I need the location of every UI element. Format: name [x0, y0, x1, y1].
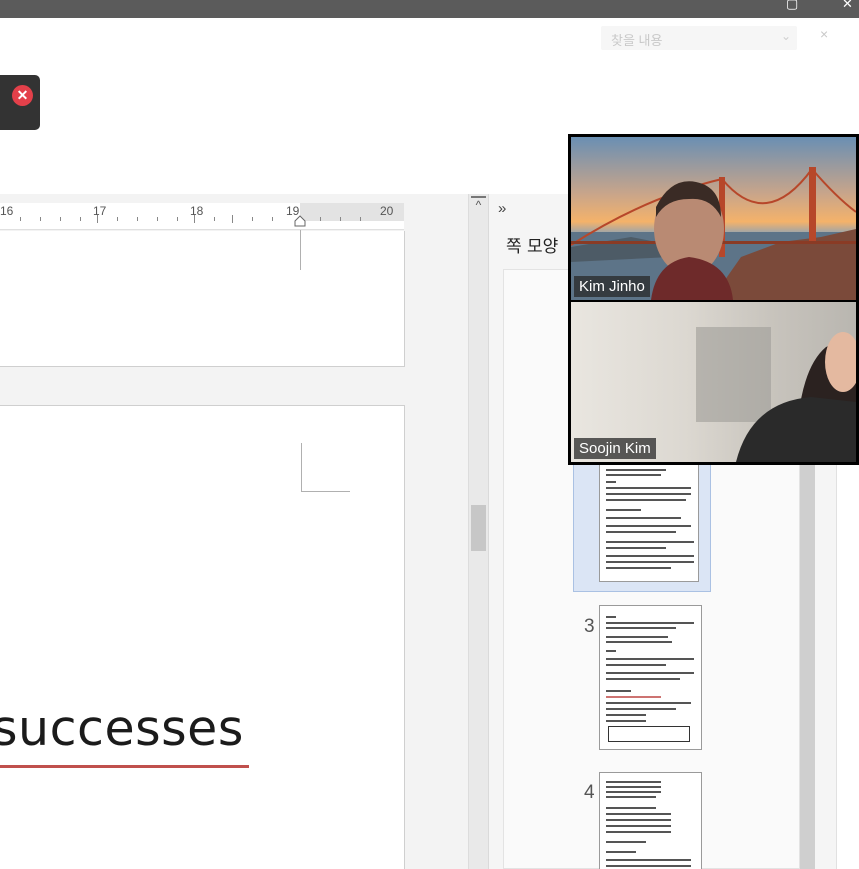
document-page[interactable]: [0, 231, 405, 367]
crop-mark: [301, 443, 302, 492]
video-tile[interactable]: Kim Jinho: [571, 137, 856, 300]
ruler-tick: [117, 217, 118, 221]
ruler-tick: [157, 217, 158, 221]
ruler-label: 18: [190, 204, 204, 218]
ruler-label: 16: [0, 204, 14, 218]
page-thumbnail-3[interactable]: [599, 605, 702, 750]
ruler-tick: [320, 217, 321, 221]
expand-panel-icon[interactable]: »: [498, 200, 506, 217]
ribbon-close-icon[interactable]: ×: [820, 26, 828, 42]
page-number: 4: [584, 782, 595, 803]
find-input[interactable]: 찾을 내용 ⌄: [601, 26, 797, 50]
document-text[interactable]: successes: [0, 700, 244, 757]
ruler-tick: [20, 217, 21, 221]
restore-icon[interactable]: ▢: [786, 0, 798, 18]
ruler-tick: [194, 215, 195, 223]
scrollbar-thumb[interactable]: [471, 505, 486, 551]
ruler-label: 17: [93, 204, 107, 218]
chevron-down-icon[interactable]: ⌄: [781, 29, 791, 43]
ruler-tick: [232, 215, 233, 223]
ruler-tick: [60, 217, 61, 221]
page-thumbnail-4[interactable]: [599, 772, 702, 869]
ruler-tick: [252, 217, 253, 221]
ruler-tick: [40, 217, 41, 221]
ruler-tick: [272, 217, 273, 221]
vertical-scrollbar[interactable]: ^: [468, 194, 488, 869]
ruler-tick: [214, 217, 215, 221]
ruler-tick: [360, 217, 361, 221]
page-thumbnail-2[interactable]: [599, 462, 699, 582]
app-window: ▢ ✕ 찾을 내용 ⌄ × ✕ 16 17 18 19 20 successes…: [0, 0, 859, 869]
ruler-tick: [340, 217, 341, 221]
close-window-icon[interactable]: ✕: [842, 0, 853, 18]
text-underline: [0, 765, 249, 768]
notification-popup: ✕: [0, 75, 40, 130]
ruler-label: 20: [380, 204, 394, 218]
ruler-tick: [137, 217, 138, 221]
video-tile[interactable]: Soojin Kim: [571, 302, 856, 462]
horizontal-ruler: 16 17 18 19 20: [0, 203, 404, 230]
indent-marker-icon[interactable]: [294, 215, 306, 227]
ruler-tick: [97, 215, 98, 223]
ruler-tick: [177, 217, 178, 221]
panel-title: 쪽 모양: [506, 237, 559, 257]
document-page[interactable]: [0, 405, 405, 869]
page-number: 3: [584, 616, 595, 637]
video-call-overlay[interactable]: Kim Jinho Soojin Kim: [568, 134, 859, 465]
ruler-tick: [80, 217, 81, 221]
title-bar: ▢ ✕: [0, 0, 859, 18]
participant-name: Kim Jinho: [574, 276, 650, 297]
close-notification-icon[interactable]: ✕: [12, 85, 33, 106]
crop-mark: [301, 491, 350, 492]
participant-name: Soojin Kim: [574, 438, 656, 459]
crop-mark: [300, 230, 301, 270]
find-input-placeholder: 찾을 내용: [611, 33, 663, 48]
scroll-up-icon[interactable]: ^: [471, 198, 486, 213]
